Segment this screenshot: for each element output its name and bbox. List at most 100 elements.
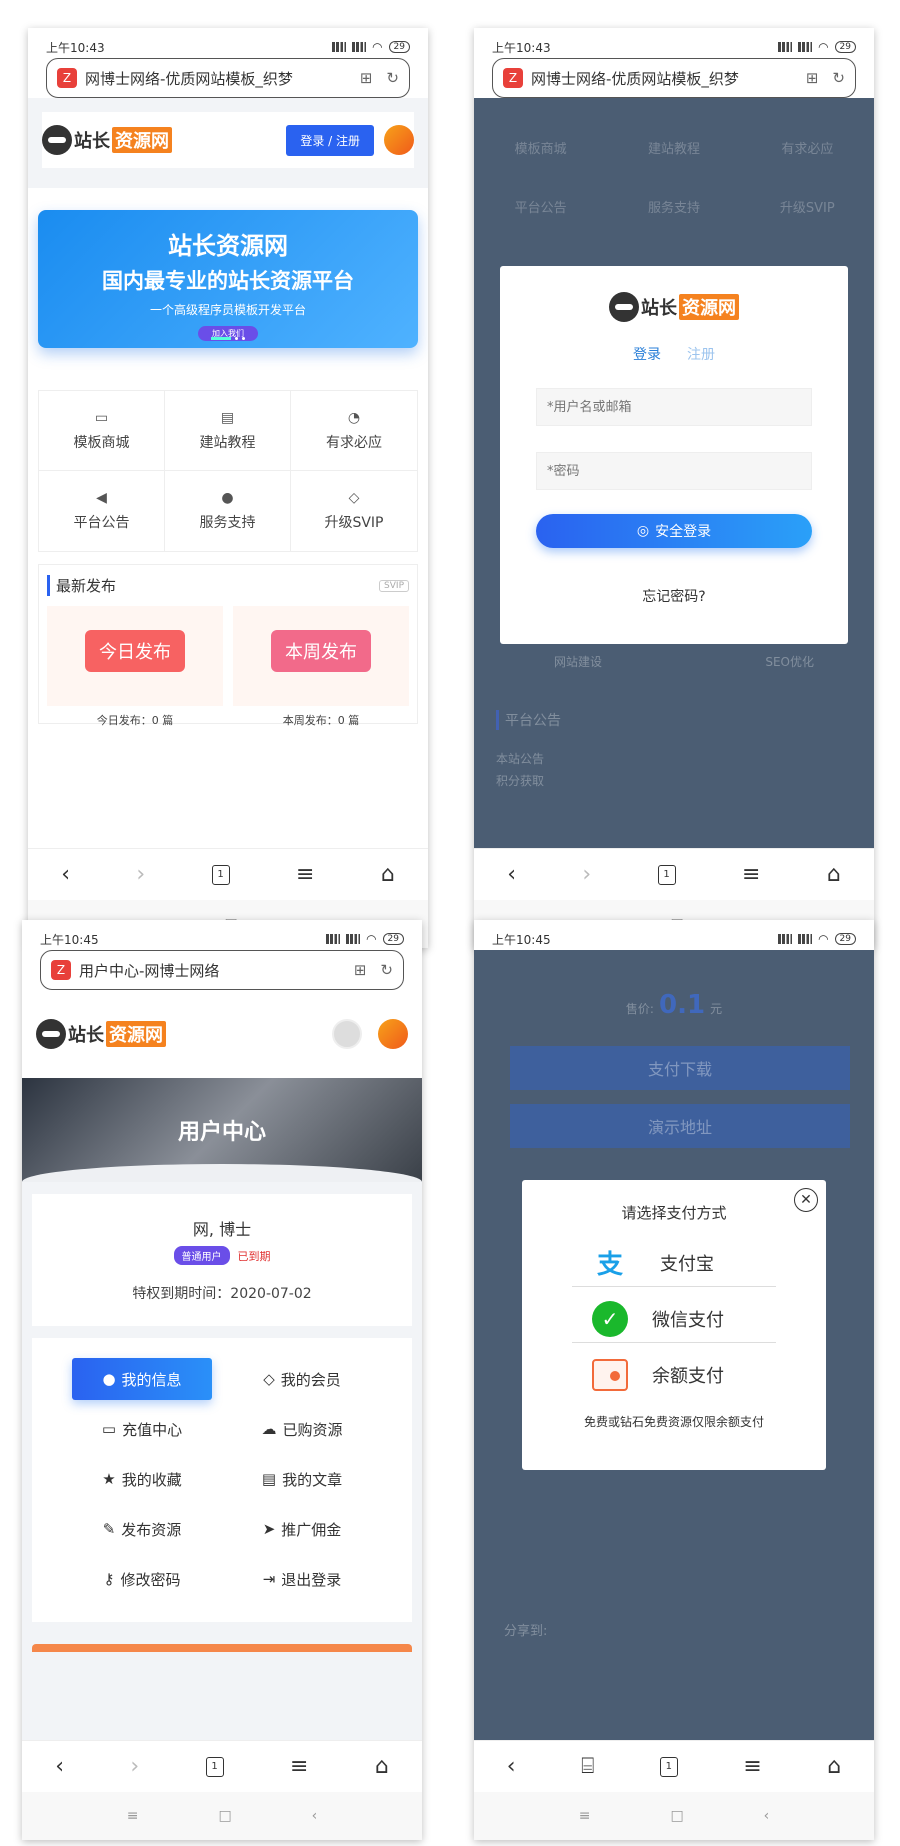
menu-my-articles[interactable]: ▤ 我的文章 [232, 1458, 372, 1500]
reader-icon[interactable]: ⌸ [581, 1754, 594, 1779]
menu-commission[interactable]: ➤ 推广佣金 [232, 1508, 372, 1550]
recents-icon[interactable]: ≡ [579, 1808, 591, 1824]
payment-option-balance[interactable]: 余额支付 [572, 1351, 776, 1399]
back-icon[interactable]: ‹ [61, 862, 70, 887]
login-register-button[interactable]: 登录 / 注册 [286, 124, 374, 156]
bg-grid-label: 有求必应 [781, 142, 834, 157]
grid-item-templates[interactable]: ▭ 模板商城 [39, 391, 165, 471]
wifi-icon: ◠ [372, 40, 383, 54]
menu-icon[interactable] [378, 1019, 408, 1049]
grid-item-svip[interactable]: ◇ 升级SVIP [291, 471, 417, 551]
bookmark-icon[interactable]: ⊞ [360, 69, 373, 87]
carousel-dots[interactable] [211, 337, 245, 340]
menu-label: 已购资源 [282, 1420, 343, 1439]
forward-icon[interactable]: › [130, 1754, 139, 1779]
bg-grid-label: 升级SVIP [779, 201, 835, 216]
payment-option-wechat[interactable]: ✓ 微信支付 [572, 1295, 776, 1343]
home-icon[interactable]: ⌂ [381, 862, 395, 887]
grid-item-support[interactable]: ● 服务支持 [165, 471, 291, 551]
password-input[interactable] [536, 452, 812, 490]
modal-title: 请选择支付方式 [621, 1204, 727, 1222]
orange-strip [32, 1644, 412, 1652]
payment-option-alipay[interactable]: 支 支付宝 [572, 1239, 776, 1287]
home-icon[interactable]: ⌂ [827, 1754, 841, 1779]
back-icon[interactable]: ‹ [507, 862, 516, 887]
close-icon[interactable]: ✕ [794, 1188, 818, 1212]
menu-icon[interactable]: ≡ [742, 862, 760, 887]
menu-my-membership[interactable]: ◇ 我的会员 [232, 1358, 372, 1400]
tab-login[interactable]: 登录 [633, 344, 661, 364]
document-icon: ▤ [261, 1470, 277, 1488]
home-square-icon[interactable]: □ [218, 1808, 231, 1824]
system-back-icon[interactable]: ‹ [764, 1808, 770, 1824]
menu-icon[interactable] [384, 125, 414, 155]
menu-my-info[interactable]: ● 我的信息 [72, 1358, 212, 1400]
system-back-icon[interactable]: ‹ [312, 1808, 318, 1824]
demo-button[interactable]: 演示地址 [510, 1104, 850, 1148]
secure-login-button[interactable]: ◎ 安全登录 [536, 514, 812, 548]
page-title: 用户中心-网博士网络 [79, 961, 220, 980]
recents-icon[interactable]: ≡ [127, 1808, 139, 1824]
grid-item-announcements[interactable]: ◀ 平台公告 [39, 471, 165, 551]
menu-recharge[interactable]: ▭ 充值中心 [72, 1408, 212, 1450]
forward-icon[interactable]: › [136, 862, 145, 887]
modal-backdrop[interactable]: 模板商城 建站教程 有求必应 平台公告 服务支持 升级SVIP 网站建设 SEO优化 平台… [474, 98, 874, 848]
refresh-icon[interactable]: ↻ [380, 961, 393, 979]
home-icon[interactable]: ⌂ [375, 1754, 389, 1779]
bookmark-icon[interactable]: ⊞ [354, 961, 367, 979]
tabs-icon[interactable]: 1 [205, 1756, 224, 1777]
site-favicon: Z [503, 68, 523, 88]
site-logo[interactable]: 站长 资源网 [42, 125, 172, 155]
site-logo[interactable]: 站长 资源网 [36, 1019, 166, 1049]
back-icon[interactable]: ‹ [507, 1754, 516, 1779]
refresh-icon[interactable]: ↻ [832, 69, 845, 87]
home-square-icon[interactable]: □ [670, 1808, 683, 1824]
address-bar[interactable]: Z 用户中心-网博士网络 ⊞ ↻ [40, 950, 404, 990]
menu-icon[interactable]: ≡ [290, 1754, 308, 1779]
address-bar[interactable]: Z 网博士网络-优质网站模板_织梦 ⊞ ↻ [492, 58, 856, 98]
ninja-logo-icon [42, 125, 72, 155]
back-icon[interactable]: ‹ [55, 1754, 64, 1779]
hero-banner[interactable]: 站长资源网 国内最专业的站长资源平台 一个高级程序员模板开发平台 加入我们 [38, 210, 418, 348]
tabs-icon[interactable]: 1 [211, 864, 230, 885]
modal-backdrop[interactable]: 售价: 0.1 元 支付下载 演示地址 分享到: ✕ 请选择支付方式 支 支付宝… [474, 950, 874, 1740]
refresh-icon[interactable]: ↻ [386, 69, 399, 87]
menu-favorites[interactable]: ★ 我的收藏 [72, 1458, 212, 1500]
tab-register[interactable]: 注册 [687, 344, 715, 364]
signal-icon [778, 934, 793, 944]
grid-item-requests[interactable]: ◔ 有求必应 [291, 391, 417, 471]
bookmark-icon[interactable]: ⊞ [806, 69, 819, 87]
menu-label: 我的文章 [282, 1470, 343, 1489]
menu-icon[interactable]: ≡ [296, 862, 314, 887]
avatar[interactable] [332, 1019, 362, 1049]
home-icon[interactable]: ⌂ [827, 862, 841, 887]
diamond-icon: ◇ [263, 1370, 275, 1388]
signal-icon [332, 42, 347, 52]
pay-download-button[interactable]: 支付下载 [510, 1046, 850, 1090]
grid-item-tutorials[interactable]: ▤ 建站教程 [165, 391, 291, 471]
menu-icon[interactable]: ≡ [743, 1754, 761, 1779]
send-icon: ➤ [262, 1520, 276, 1538]
wifi-icon: ◠ [366, 932, 377, 946]
address-bar[interactable]: Z 网博士网络-优质网站模板_织梦 ⊞ ↻ [46, 58, 410, 98]
status-bar: 上午10:45 ◠ 29 [22, 920, 422, 950]
menu-label: 我的信息 [121, 1370, 182, 1389]
tabs-icon[interactable]: 1 [657, 864, 676, 885]
week-card[interactable]: 本周发布 [233, 606, 409, 706]
login-button-label: 安全登录 [655, 524, 712, 540]
menu-publish[interactable]: ✎ 发布资源 [72, 1508, 212, 1550]
grid-item-label: 有求必应 [326, 434, 382, 451]
tabs-icon[interactable]: 1 [659, 1756, 678, 1777]
forgot-password-link[interactable]: 忘记密码? [500, 586, 848, 606]
username-input[interactable] [536, 388, 812, 426]
monitor-icon: ▭ [94, 409, 109, 426]
menu-purchased[interactable]: ☁ 已购资源 [232, 1408, 372, 1450]
week-count: 本周发布：0 篇 [282, 714, 360, 727]
status-time: 上午10:43 [492, 40, 551, 55]
menu-logout[interactable]: ⇥ 退出登录 [232, 1558, 372, 1600]
forward-icon[interactable]: › [582, 862, 591, 887]
phone-screen-user-center: 上午10:45 ◠ 29 Z 用户中心-网博士网络 ⊞ ↻ 站长 资源网 用户中心 网… [22, 920, 422, 1840]
today-card[interactable]: 今日发布 [47, 606, 223, 706]
banner-subtitle: 国内最专业的站长资源平台 [102, 269, 354, 293]
menu-change-password[interactable]: ⚷ 修改密码 [72, 1558, 212, 1600]
